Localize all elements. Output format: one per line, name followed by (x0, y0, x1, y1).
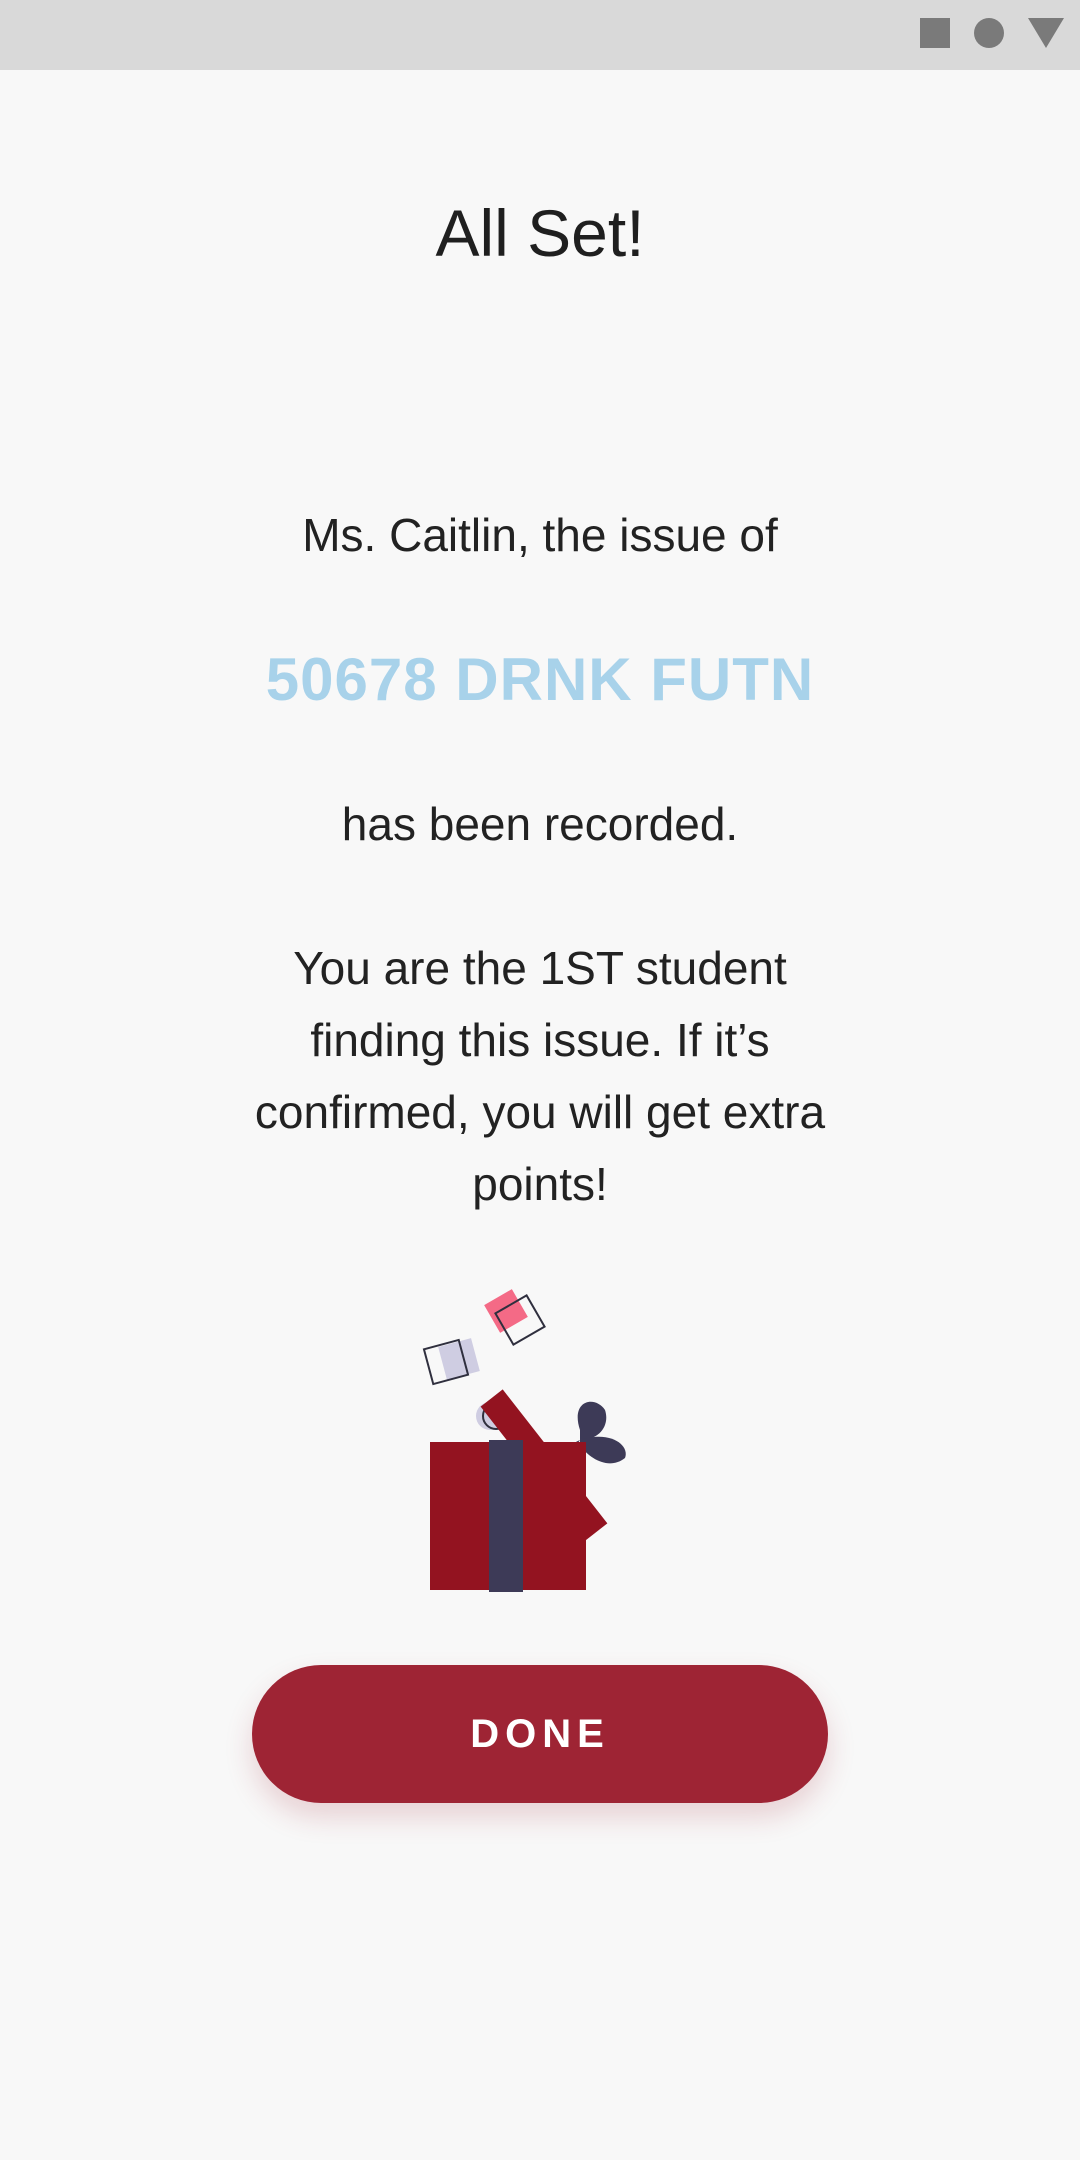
message-recorded: has been recorded. (341, 798, 739, 850)
triangle-icon (1028, 18, 1064, 48)
page-title: All Set! (435, 196, 645, 270)
status-icons (920, 18, 1064, 48)
done-button[interactable]: DONE (252, 1665, 828, 1803)
square-icon (920, 18, 950, 48)
message-lead: Ms. Caitlin, the issue of (302, 509, 778, 561)
issue-code: 50678 DRNK FUTN (265, 646, 815, 713)
confetti-pink (484, 1289, 546, 1346)
gift-ribbon (489, 1440, 523, 1592)
confetti-lilac (422, 1338, 480, 1386)
status-bar (0, 0, 1080, 70)
circle-icon (974, 18, 1004, 48)
message-extra-points: You are the 1ST student finding this iss… (254, 942, 826, 1210)
gift-box-icon (422, 1289, 626, 1592)
